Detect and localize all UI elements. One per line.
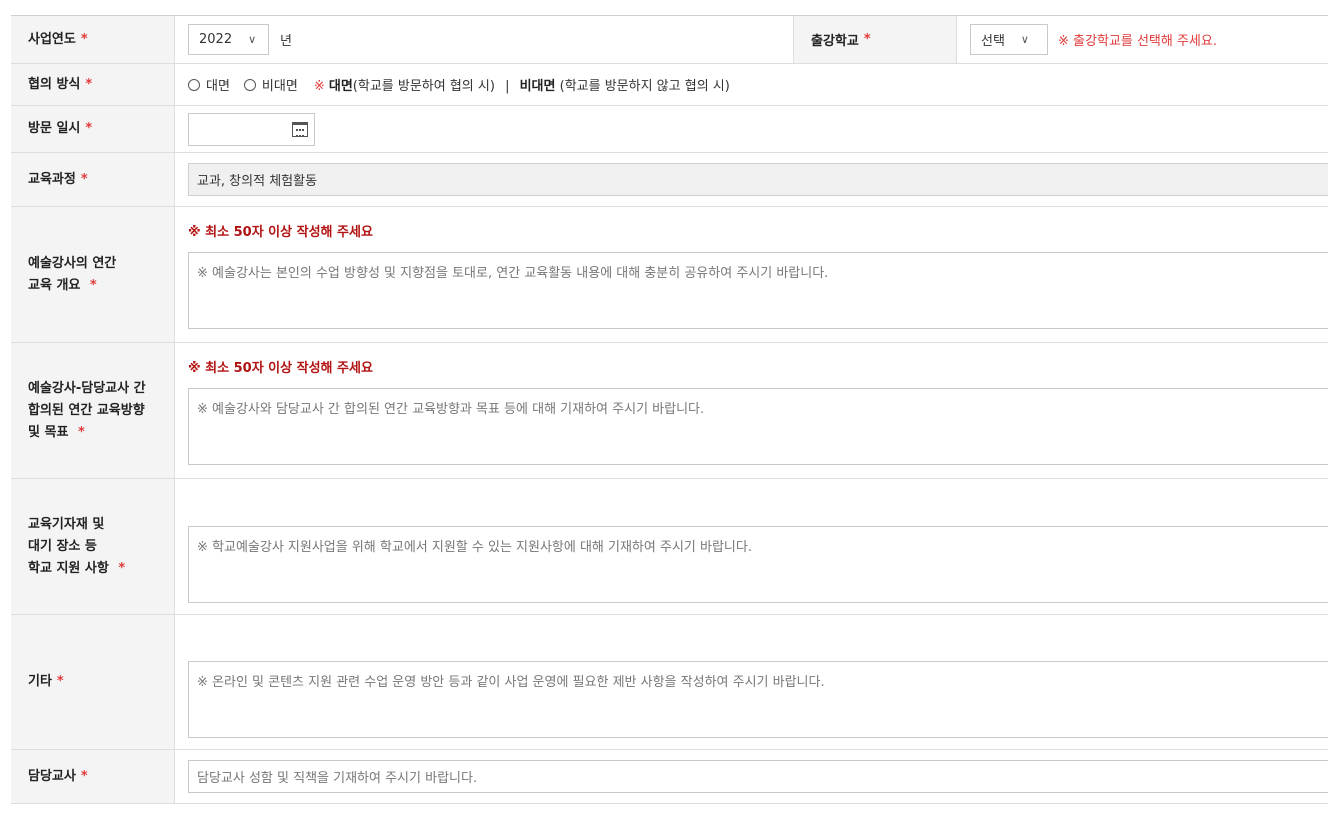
visit-date-label: 방문 일시 xyxy=(28,121,81,136)
etc-label-cell: 기타 * xyxy=(11,615,175,749)
chevron-down-icon: ∨ xyxy=(1020,33,1029,46)
support-label-cell: 교육기자재 및 대기 장소 등 학교 지원 사항 * xyxy=(11,479,175,614)
visit-date-label-cell: 방문 일시 * xyxy=(11,106,175,152)
required-mark: * xyxy=(77,424,85,440)
direction-min-note: ※ 최소 50자 이상 작성해 주세요 xyxy=(188,360,373,376)
etc-textarea[interactable]: ※ 온라인 및 콘텐츠 지원 관련 수업 운영 방안 등과 같이 사업 운영에 … xyxy=(188,661,1328,738)
overview-cell: ※ 최소 50자 이상 작성해 주세요 ※ 예술강사는 본인의 수업 방향성 및… xyxy=(175,207,1328,342)
calendar-icon[interactable] xyxy=(292,121,308,137)
direction-label-line3: 및 목표 xyxy=(28,424,69,440)
overview-textarea[interactable]: ※ 예술강사는 본인의 수업 방향성 및 지향점을 토대로, 연간 교육활동 내… xyxy=(188,251,1328,329)
row-curriculum: 교육과정 * 교과, 창의적 체험활동 xyxy=(11,153,1328,207)
support-label-line1: 교육기자재 및 xyxy=(28,516,105,532)
direction-label: 예술강사-담당교사 간 합의된 연간 교육방향 및 목표 * xyxy=(28,378,146,444)
support-cell: ※ 학교예술강사 지원사업을 위해 학교에서 지원할 수 있는 지원사항에 대해… xyxy=(175,479,1328,614)
required-mark: * xyxy=(863,32,871,47)
method-cell: 대면 비대면 ※ 대면(학교를 방문하여 협의 시) | 비대면 (학교를 방문… xyxy=(175,64,1328,105)
school-note: ※ 출강학교를 선택해 주세요. xyxy=(1058,34,1217,49)
row-teacher: 담당교사 * 담당교사 성함 및 직책을 기재하여 주시기 바랍니다. xyxy=(11,750,1328,804)
overview-label-line1: 예술강사의 연간 xyxy=(28,255,117,271)
direction-textarea[interactable]: ※ 예술강사와 담당교사 간 합의된 연간 교육방향과 목표 등에 대해 기재하… xyxy=(188,387,1328,465)
curriculum-label-cell: 교육과정 * xyxy=(11,153,175,206)
note-face: 대면 xyxy=(328,79,353,94)
etc-cell: ※ 온라인 및 콘텐츠 지원 관련 수업 운영 방안 등과 같이 사업 운영에 … xyxy=(175,615,1328,749)
school-label-cell: 출강학교 * xyxy=(793,16,957,63)
teacher-label: 담당교사 xyxy=(28,768,76,784)
radio-face[interactable] xyxy=(188,78,200,91)
direction-cell: ※ 최소 50자 이상 작성해 주세요 ※ 예술강사와 담당교사 간 합의된 연… xyxy=(175,343,1328,478)
required-mark: * xyxy=(80,171,88,187)
chevron-down-icon: ∨ xyxy=(248,33,257,46)
business-year-select[interactable]: 2022 ∨ xyxy=(188,24,269,55)
school-value: 선택 xyxy=(981,34,1005,49)
support-label: 교육기자재 및 대기 장소 등 학교 지원 사항 * xyxy=(28,514,125,580)
curriculum-value: 교과, 창의적 체험활동 xyxy=(197,174,318,189)
overview-label-line2: 교육 개요 xyxy=(28,277,81,293)
teacher-label-cell: 담당교사 * xyxy=(11,750,175,803)
visit-date-input[interactable] xyxy=(188,112,315,146)
required-mark: * xyxy=(80,31,88,47)
business-year-label-cell: 사업연도 * xyxy=(11,16,175,63)
method-label: 협의 방식 xyxy=(28,76,81,92)
etc-label: 기타 xyxy=(28,674,52,689)
year-unit: 년 xyxy=(280,34,292,49)
support-textarea[interactable]: ※ 학교예술강사 지원사업을 위해 학교에서 지원할 수 있는 지원사항에 대해… xyxy=(188,525,1328,603)
direction-label-line1: 예술강사-담당교사 간 xyxy=(28,380,146,396)
required-mark: * xyxy=(85,121,93,136)
support-label-line3: 학교 지원 사항 xyxy=(28,560,109,576)
method-label-cell: 협의 방식 * xyxy=(11,64,175,105)
curriculum-label: 교육과정 xyxy=(28,171,76,187)
curriculum-readonly-field: 교과, 창의적 체험활동 xyxy=(188,163,1328,196)
overview-label: 예술강사의 연간 교육 개요 * xyxy=(28,253,116,297)
row-business-year: 사업연도 * 2022 ∨ 년 출강학교 * 선택 ∨ ※ 출강학교를 선택해 … xyxy=(11,16,1328,64)
school-label: 출강학교 xyxy=(811,34,859,49)
required-mark: * xyxy=(118,560,126,576)
overview-label-cell: 예술강사의 연간 교육 개요 * xyxy=(11,207,175,342)
business-year-value: 2022 xyxy=(199,32,233,47)
row-overview: 예술강사의 연간 교육 개요 * ※ 최소 50자 이상 작성해 주세요 ※ 예… xyxy=(11,207,1328,343)
direction-label-line2: 합의된 연간 교육방향 xyxy=(28,402,145,418)
business-year-label: 사업연도 xyxy=(28,31,76,47)
row-support: 교육기자재 및 대기 장소 등 학교 지원 사항 * ※ 학교예술강사 지원사업… xyxy=(11,479,1328,615)
required-mark: * xyxy=(85,76,93,92)
business-year-cell: 2022 ∨ 년 xyxy=(175,16,793,63)
note-nonface-desc: (학교를 방문하지 않고 협의 시) xyxy=(559,79,730,94)
application-form: 사업연도 * 2022 ∨ 년 출강학교 * 선택 ∨ ※ 출강학교를 선택해 … xyxy=(11,15,1328,804)
radio-face-label[interactable]: 대면 xyxy=(206,75,230,94)
row-visit-date: 방문 일시 * xyxy=(11,106,1328,153)
curriculum-cell: 교과, 창의적 체험활동 xyxy=(175,153,1328,206)
method-note: ※ 대면(학교를 방문하여 협의 시) | 비대면 (학교를 방문하지 않고 협… xyxy=(314,75,730,94)
support-label-line2: 대기 장소 등 xyxy=(28,538,97,554)
teacher-cell: 담당교사 성함 및 직책을 기재하여 주시기 바랍니다. xyxy=(175,750,1328,803)
direction-label-cell: 예술강사-담당교사 간 합의된 연간 교육방향 및 목표 * xyxy=(11,343,175,478)
note-mark: ※ xyxy=(313,79,325,94)
required-mark: * xyxy=(56,674,64,689)
row-etc: 기타 * ※ 온라인 및 콘텐츠 지원 관련 수업 운영 방안 등과 같이 사업… xyxy=(11,615,1328,750)
required-mark: * xyxy=(80,768,88,784)
teacher-input[interactable]: 담당교사 성함 및 직책을 기재하여 주시기 바랍니다. xyxy=(188,760,1328,793)
radio-nonface-label[interactable]: 비대면 xyxy=(262,75,298,94)
row-direction: 예술강사-담당교사 간 합의된 연간 교육방향 및 목표 * ※ 최소 50자 … xyxy=(11,343,1328,479)
radio-nonface[interactable] xyxy=(243,78,256,91)
overview-min-note: ※ 최소 50자 이상 작성해 주세요 xyxy=(188,224,373,240)
row-method: 협의 방식 * 대면 비대면 ※ 대면(학교를 방문하여 협의 시) | 비대면… xyxy=(11,64,1328,106)
required-mark: * xyxy=(89,277,97,293)
note-nonface: 비대면 xyxy=(519,79,556,94)
note-face-desc: (학교를 방문하여 협의 시) xyxy=(352,79,495,94)
school-select[interactable]: 선택 ∨ xyxy=(970,24,1048,55)
note-separator: | xyxy=(505,79,510,94)
school-cell: 선택 ∨ ※ 출강학교를 선택해 주세요. xyxy=(957,16,1328,63)
visit-date-cell xyxy=(175,106,1328,152)
